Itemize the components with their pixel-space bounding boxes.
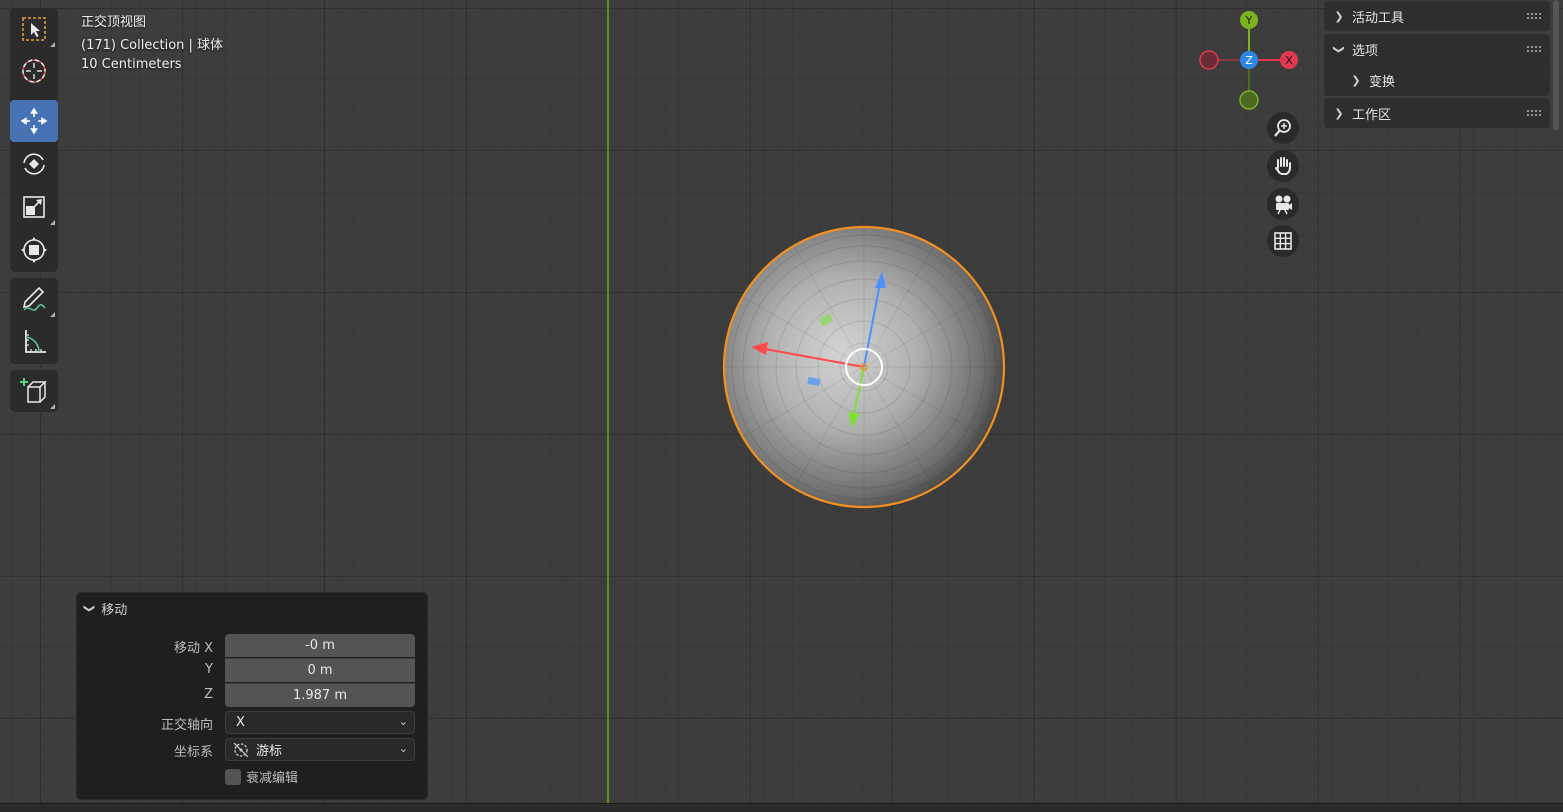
- navigation-gizmo[interactable]: Y X Z: [1195, 6, 1305, 116]
- panel-options-label: 选项: [1352, 43, 1379, 59]
- annotate-icon: [22, 286, 46, 311]
- z-axis-label: Z: [1245, 54, 1253, 67]
- x-axis-label: X: [1285, 54, 1293, 67]
- panel-active-tool-label: 活动工具: [1352, 10, 1405, 26]
- move-y-field[interactable]: 0 m: [225, 658, 415, 682]
- cursor-tool[interactable]: [10, 50, 58, 92]
- panel-options[interactable]: ❯ 选项 ❯ 变换: [1324, 34, 1550, 96]
- chevron-down-icon: ❯: [1332, 44, 1346, 54]
- measure-tool[interactable]: [10, 321, 58, 363]
- move-tool[interactable]: [10, 100, 58, 142]
- annotate-tool[interactable]: [10, 278, 58, 320]
- grid-icon: [1274, 232, 1292, 250]
- scale-icon: [23, 196, 45, 218]
- neg-y-handle[interactable]: [1239, 90, 1259, 110]
- orient-axis-select[interactable]: X ⌄: [225, 711, 415, 734]
- coord-system-select[interactable]: 游标 ⌄: [225, 738, 415, 761]
- transform-icon: [21, 237, 47, 263]
- view-name: 正交顶视图: [81, 15, 147, 30]
- zoom-button[interactable]: [1267, 112, 1299, 144]
- select-box-icon: [22, 17, 46, 41]
- panel-workspace-label: 工作区: [1352, 107, 1392, 123]
- move-z-label: Z: [204, 687, 213, 702]
- falloff-toggle[interactable]: 衰减编辑: [225, 767, 298, 786]
- rotate-icon: [23, 153, 45, 175]
- drag-handle-icon[interactable]: [1526, 45, 1542, 53]
- grid-button[interactable]: [1267, 225, 1299, 257]
- panel-workspace[interactable]: ❯ 工作区: [1324, 98, 1550, 128]
- cursor-icon: [22, 59, 46, 83]
- subpanel-transform-label: 变换: [1369, 74, 1396, 90]
- move-x-field[interactable]: -0 m: [225, 634, 415, 657]
- measure-icon: [25, 330, 46, 353]
- subpanel-transform[interactable]: ❯ 变换: [1341, 65, 1550, 95]
- scale-tool[interactable]: [10, 186, 58, 228]
- neg-x-handle[interactable]: [1199, 50, 1219, 70]
- 3d-viewport[interactable]: 正交顶视图 (171) Collection | 球体 10 Centimete…: [0, 0, 1563, 803]
- orient-axis-value: X: [236, 715, 245, 730]
- grid-scale: 10 Centimeters: [81, 57, 182, 72]
- drag-handle-icon[interactable]: [1526, 109, 1542, 117]
- coord-system-label: 坐标系: [173, 745, 213, 760]
- falloff-label: 衰减编辑: [246, 771, 299, 786]
- select-box-tool[interactable]: [10, 8, 58, 50]
- y-axis-label: Y: [1245, 14, 1253, 27]
- rotate-tool[interactable]: [10, 143, 58, 185]
- chevron-down-icon: ❯: [83, 603, 97, 613]
- sphere-object[interactable]: [715, 218, 1015, 518]
- transform-tool[interactable]: [10, 229, 58, 271]
- add-cube-tool[interactable]: [10, 370, 58, 412]
- zoom-icon: [1274, 119, 1291, 137]
- orient-axis-label: 正交轴向: [160, 718, 213, 733]
- add-cube-icon: [20, 378, 47, 403]
- pan-hand-icon: [1275, 157, 1291, 175]
- chevron-right-icon: ❯: [1334, 9, 1344, 23]
- camera-icon: [1275, 195, 1292, 215]
- toolbar-transform-group: [10, 8, 58, 272]
- chevron-right-icon: ❯: [1351, 73, 1361, 87]
- coord-system-value: 游标: [256, 744, 283, 759]
- move-z-field[interactable]: 1.987 m: [225, 683, 415, 707]
- move-icon: [20, 107, 48, 135]
- move-y-label: Y: [205, 662, 213, 677]
- chevron-down-icon: ⌄: [398, 742, 408, 755]
- camera-button[interactable]: [1267, 188, 1299, 220]
- operator-panel-header[interactable]: ❯ 移动: [83, 599, 128, 618]
- move-x-label: 移动 X: [173, 641, 213, 656]
- sidebar-scrollbar[interactable]: [1553, 0, 1559, 130]
- cursor-orientation-icon: [233, 742, 249, 757]
- panel-active-tool[interactable]: ❯ 活动工具: [1324, 1, 1550, 31]
- collection-info: (171) Collection | 球体: [81, 38, 224, 53]
- chevron-right-icon: ❯: [1334, 106, 1344, 120]
- toolbar-add-group: [10, 370, 58, 412]
- operator-panel: ❯ 移动 移动 X -0 m Y 0 m Z 1.987 m 正交轴向 X ⌄ …: [76, 592, 428, 800]
- pan-button[interactable]: [1267, 150, 1299, 182]
- chevron-down-icon: ⌄: [398, 715, 408, 728]
- falloff-checkbox[interactable]: [225, 768, 241, 785]
- y-axis-line: [607, 0, 609, 803]
- toolbar-annotate-group: [10, 278, 58, 364]
- drag-handle-icon[interactable]: [1526, 12, 1542, 20]
- sidebar: ❯ 活动工具 ❯ 选项 ❯ 变换 ❯ 工作区: [1320, 0, 1552, 130]
- operator-title: 移动: [101, 602, 128, 618]
